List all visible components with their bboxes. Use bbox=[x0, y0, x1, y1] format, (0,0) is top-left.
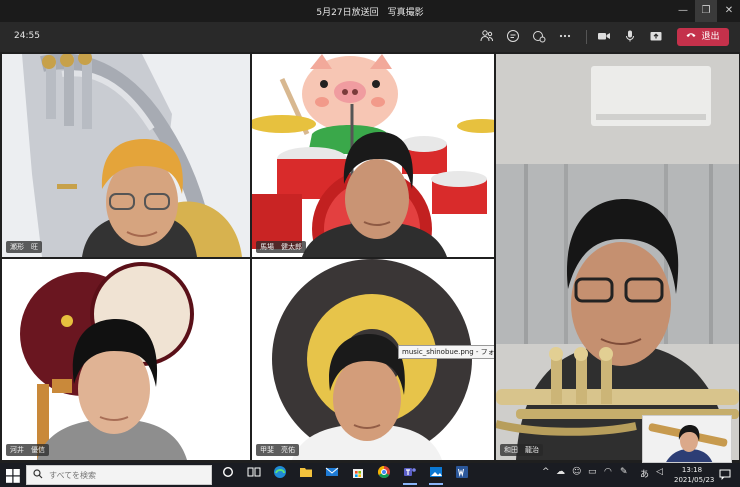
window-tooltip: music_shinobue.png - フォト bbox=[398, 345, 494, 359]
windows-start-icon[interactable] bbox=[6, 468, 20, 483]
participant-name: 馬場 健太郎 bbox=[256, 241, 306, 253]
meeting-timer: 24:55 bbox=[14, 31, 40, 41]
people-icon[interactable] bbox=[479, 29, 495, 45]
minimize-button[interactable]: — bbox=[672, 0, 694, 22]
participant-name: 和田 龍治 bbox=[500, 444, 543, 456]
chrome-icon[interactable] bbox=[374, 465, 394, 485]
reactions-icon[interactable] bbox=[531, 29, 547, 45]
taskbar: ^ ☁ ☺ ▭ ◠ ✎ あ ◁ 13:18 2021/05/23 bbox=[0, 463, 740, 487]
taskbar-search[interactable] bbox=[26, 465, 212, 485]
word-icon[interactable] bbox=[452, 465, 472, 485]
clock-time: 13:18 bbox=[681, 466, 703, 474]
mic-icon[interactable] bbox=[622, 29, 638, 45]
participant-tile-4[interactable]: 河井 優信 bbox=[2, 259, 250, 460]
close-button[interactable]: ✕ bbox=[718, 0, 740, 22]
phone-icon bbox=[686, 28, 696, 46]
mail-icon[interactable] bbox=[322, 465, 342, 485]
room-background bbox=[496, 54, 739, 460]
task-view-icon[interactable] bbox=[244, 465, 264, 485]
people-tray-icon[interactable]: ☺ bbox=[572, 467, 581, 477]
pen-icon[interactable]: ✎ bbox=[620, 467, 628, 477]
video-grid: 瀬形 旺 馬場 健太郎 和田 龍治 河井 優信 music_shinobue.p… bbox=[0, 52, 740, 462]
more-icon[interactable] bbox=[557, 29, 573, 45]
ime-indicator[interactable]: あ bbox=[640, 467, 649, 480]
tray-overflow-icon[interactable]: ^ bbox=[542, 467, 550, 477]
network-icon[interactable]: ◠ bbox=[604, 467, 612, 477]
search-input[interactable] bbox=[49, 469, 199, 482]
participant-tile-1[interactable]: 瀬形 旺 bbox=[2, 54, 250, 257]
toolbar-separator bbox=[586, 30, 587, 44]
cortana-icon[interactable] bbox=[218, 465, 238, 485]
window-title: 5月27日放送回 写真撮影 bbox=[316, 8, 424, 18]
self-view-image bbox=[643, 416, 731, 462]
meeting-toolbar: 24:55 退出 bbox=[0, 22, 740, 52]
euphonium-background bbox=[2, 54, 250, 257]
chat-icon[interactable] bbox=[505, 29, 521, 45]
leave-label: 退出 bbox=[701, 32, 720, 42]
participant-name: 甲斐 亮佑 bbox=[256, 444, 299, 456]
participant-tile-5[interactable]: music_shinobue.png - フォト 甲斐 亮佑 bbox=[252, 259, 494, 460]
notification-icon[interactable] bbox=[718, 468, 732, 482]
camera-icon[interactable] bbox=[596, 29, 612, 45]
self-view-video[interactable] bbox=[642, 415, 732, 463]
store-icon[interactable] bbox=[348, 465, 368, 485]
gong-background bbox=[252, 259, 494, 460]
battery-icon[interactable]: ▭ bbox=[588, 467, 597, 477]
leave-button[interactable]: 退出 bbox=[677, 28, 729, 46]
file-explorer-icon[interactable] bbox=[296, 465, 316, 485]
cloud-icon[interactable]: ☁ bbox=[556, 467, 565, 477]
share-icon[interactable] bbox=[648, 29, 664, 45]
edge-icon[interactable] bbox=[270, 465, 290, 485]
participant-name: 河井 優信 bbox=[6, 444, 49, 456]
maximize-button[interactable]: ❐ bbox=[695, 0, 717, 22]
teams-icon[interactable] bbox=[400, 465, 420, 485]
search-icon bbox=[33, 469, 43, 482]
participant-tile-2[interactable]: 馬場 健太郎 bbox=[252, 54, 494, 257]
photos-icon[interactable] bbox=[426, 465, 446, 485]
participant-tile-3[interactable]: 和田 龍治 bbox=[496, 54, 739, 460]
system-clock[interactable]: 13:18 2021/05/23 bbox=[674, 465, 715, 485]
participant-name: 瀬形 旺 bbox=[6, 241, 42, 253]
drum-kit-background bbox=[252, 54, 494, 257]
title-bar: 5月27日放送回 写真撮影 — ❐ ✕ bbox=[0, 0, 740, 22]
clock-date: 2021/05/23 bbox=[674, 476, 715, 484]
taiko-background bbox=[2, 259, 250, 460]
volume-icon[interactable]: ◁ bbox=[656, 467, 663, 477]
